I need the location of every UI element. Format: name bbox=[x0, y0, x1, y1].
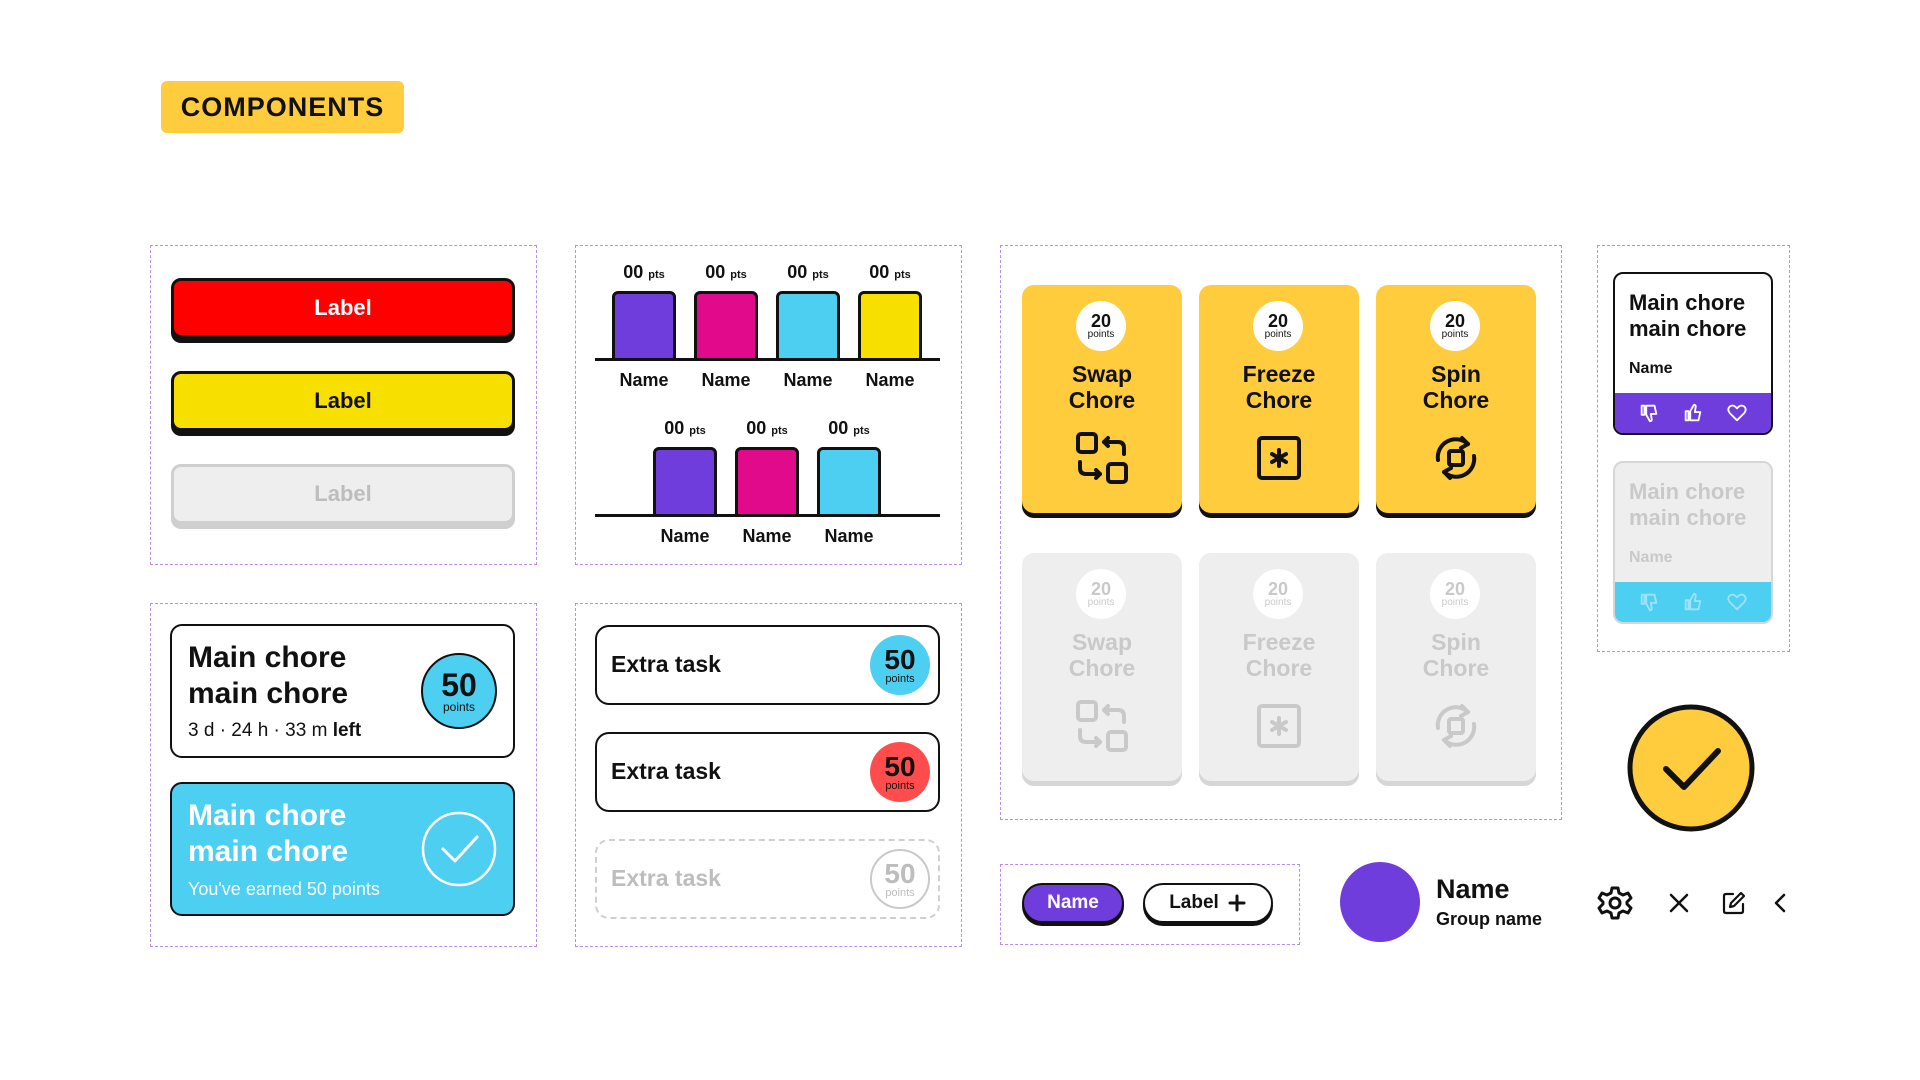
mini-card-name: Name bbox=[1629, 549, 1673, 566]
leaderboard-points: 00 pts bbox=[705, 262, 747, 282]
reaction-bar bbox=[1615, 582, 1771, 622]
heart-icon bbox=[1727, 593, 1747, 611]
leaderboard-baseline bbox=[595, 358, 940, 361]
leaderboard-bar bbox=[653, 447, 717, 517]
points-badge: 20 points bbox=[1076, 569, 1126, 619]
mini-card-name: Name bbox=[1629, 360, 1673, 377]
components-tag: COMPONENTS bbox=[161, 81, 404, 133]
task-title: Extra task bbox=[611, 758, 721, 784]
points-badge: 20 points bbox=[1253, 569, 1303, 619]
leaderboard-bar bbox=[858, 291, 922, 361]
spin-chore-card-disabled: 20 points Spin Chore bbox=[1376, 553, 1536, 781]
mini-chore-card-disabled: Main chore main chore Name bbox=[1613, 461, 1773, 624]
check-circle-icon bbox=[421, 811, 497, 887]
swap-icon bbox=[1076, 432, 1128, 484]
leaderboard-bar bbox=[694, 291, 758, 361]
leaderboard-points: 00 pts bbox=[869, 262, 911, 282]
mini-chore-card[interactable]: Main chore main chore Name bbox=[1613, 272, 1773, 435]
primary-red-button[interactable]: Label bbox=[171, 278, 515, 338]
freeze-chore-card-disabled: 20 points Freeze Chore bbox=[1199, 553, 1359, 781]
power-card-title: Swap Chore bbox=[1068, 629, 1136, 681]
completed-chore-card[interactable]: Main chore main chore You've earned 50 po… bbox=[170, 782, 515, 916]
leaderboard-points: 00 pts bbox=[787, 262, 829, 282]
leaderboard-name: Name bbox=[824, 526, 874, 546]
chore-title: Main chore main chore bbox=[188, 799, 349, 868]
mini-card-title: Main chore main chore bbox=[1629, 290, 1747, 341]
leaderboard-points: 00 pts bbox=[664, 418, 706, 438]
thumbs-up-icon[interactable] bbox=[1682, 402, 1704, 424]
points-badge: 20 points bbox=[1253, 301, 1303, 351]
primary-yellow-button[interactable]: Label bbox=[171, 371, 515, 431]
points-badge: 20 points bbox=[1430, 301, 1480, 351]
profile-name: Name bbox=[1436, 874, 1510, 904]
points-badge: 50 points bbox=[870, 635, 930, 695]
points-badge: 20 points bbox=[1076, 301, 1126, 351]
swap-chore-card[interactable]: 20 points Swap Chore bbox=[1022, 285, 1182, 513]
thumbs-down-icon[interactable] bbox=[1638, 402, 1660, 424]
back-button[interactable] bbox=[1760, 883, 1800, 923]
spin-icon bbox=[1435, 436, 1477, 480]
label-pill-text: Label bbox=[1169, 892, 1219, 913]
name-pill[interactable]: Name bbox=[1022, 883, 1124, 923]
edit-icon bbox=[1722, 891, 1746, 915]
power-card-title: Spin Chore bbox=[1422, 629, 1490, 681]
spin-icon bbox=[1435, 704, 1477, 748]
leaderboard-bar bbox=[735, 447, 799, 517]
leaderboard-name: Name bbox=[742, 526, 792, 546]
extra-task-card[interactable]: Extra task 50 points bbox=[595, 732, 940, 812]
avatar[interactable] bbox=[1340, 862, 1420, 942]
profile-group: Group name bbox=[1436, 909, 1543, 929]
leaderboard-baseline bbox=[595, 514, 940, 517]
power-card-title: Freeze Chore bbox=[1242, 361, 1316, 413]
leaderboard-name: Name bbox=[865, 370, 915, 390]
main-chore-card[interactable]: Main chore main chore 3 d · 24 h · 33 m l… bbox=[170, 624, 515, 758]
power-card-title: Freeze Chore bbox=[1242, 629, 1316, 681]
check-icon[interactable] bbox=[1626, 703, 1756, 833]
thumbs-down-icon bbox=[1640, 593, 1658, 612]
reaction-bar bbox=[1615, 393, 1771, 433]
chore-title: Main chore main chore bbox=[188, 641, 349, 710]
earned-text: You've earned 50 points bbox=[188, 879, 380, 899]
disabled-button: Label bbox=[171, 464, 515, 524]
freeze-chore-card[interactable]: 20 points Freeze Chore bbox=[1199, 285, 1359, 513]
chore-countdown: 3 d · 24 h · 33 m left bbox=[188, 720, 362, 741]
extra-task-card-disabled: Extra task 50 points bbox=[595, 839, 940, 919]
swap-icon bbox=[1076, 700, 1128, 752]
points-badge: 50 points bbox=[421, 653, 497, 729]
mini-card-title: Main chore main chore bbox=[1629, 479, 1747, 530]
leaderboard-name: Name bbox=[660, 526, 710, 546]
power-card-title: Swap Chore bbox=[1068, 361, 1136, 413]
leaderboard-bar bbox=[612, 291, 676, 361]
power-card-title: Spin Chore bbox=[1422, 361, 1490, 413]
leaderboard-name: Name bbox=[619, 370, 669, 390]
close-icon bbox=[1669, 893, 1689, 913]
task-title: Extra task bbox=[611, 651, 721, 677]
leaderboard-points: 00 pts bbox=[746, 418, 788, 438]
thumbs-up-icon bbox=[1684, 592, 1702, 611]
leaderboard-points: 00 pts bbox=[828, 418, 870, 438]
plus-icon bbox=[1228, 894, 1246, 912]
settings-button[interactable] bbox=[1595, 883, 1635, 923]
swap-chore-card-disabled: 20 points Swap Chore bbox=[1022, 553, 1182, 781]
leaderboard-points: 00 pts bbox=[623, 262, 665, 282]
freeze-icon bbox=[1257, 436, 1301, 480]
close-button[interactable] bbox=[1659, 883, 1699, 923]
points-badge: 50 points bbox=[870, 742, 930, 802]
extra-task-card[interactable]: Extra task 50 points bbox=[595, 625, 940, 705]
heart-icon[interactable] bbox=[1726, 402, 1748, 424]
chevron-left-icon bbox=[1774, 893, 1786, 913]
spin-chore-card[interactable]: 20 points Spin Chore bbox=[1376, 285, 1536, 513]
leaderboard-name: Name bbox=[701, 370, 751, 390]
freeze-icon bbox=[1257, 704, 1301, 748]
leaderboard-bar bbox=[776, 291, 840, 361]
gear-icon bbox=[1597, 886, 1633, 920]
leaderboard-name: Name bbox=[783, 370, 833, 390]
leaderboard-bar bbox=[817, 447, 881, 517]
edit-button[interactable] bbox=[1714, 883, 1754, 923]
label-pill[interactable]: Label bbox=[1143, 883, 1273, 923]
points-badge: 20 points bbox=[1430, 569, 1480, 619]
task-title: Extra task bbox=[611, 865, 721, 891]
points-badge: 50 points bbox=[870, 849, 930, 909]
